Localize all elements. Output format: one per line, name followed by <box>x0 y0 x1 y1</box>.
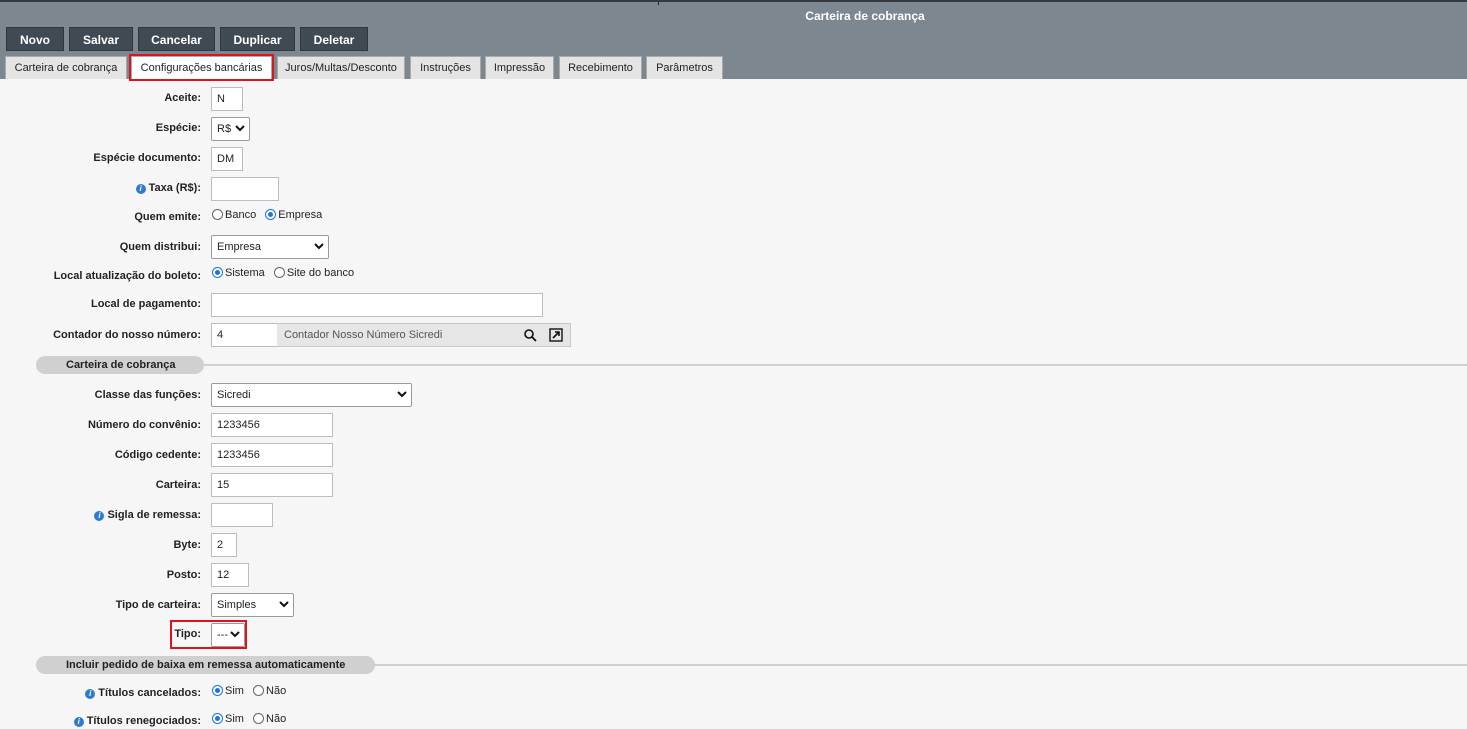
local-atualizacao-sistema-label: Sistema <box>225 267 265 279</box>
aceite-input[interactable]: N <box>211 87 243 111</box>
tipo-label: Tipo: <box>174 628 201 640</box>
tab-impressao[interactable]: Impressão <box>485 56 554 79</box>
numero-convenio-label: Número do convênio: <box>87 419 201 431</box>
tipo-select[interactable]: --- <box>211 623 245 647</box>
especie-documento-input[interactable]: DM <box>211 147 243 171</box>
local-atualizacao-sistema-radio[interactable] <box>212 267 223 278</box>
titulos-cancelados-radio-group: Sim Não <box>212 685 292 701</box>
titulos-renegociados-sim-label: Sim <box>225 713 244 725</box>
taxa-label: i Taxa (R$): <box>135 182 201 194</box>
chevron-down-icon <box>235 125 245 132</box>
tipo-carteira-value: Simples <box>217 599 257 611</box>
carteira-label: Carteira: <box>155 479 201 491</box>
titulos-renegociados-sim-radio[interactable] <box>212 713 223 724</box>
quem-emite-empresa-label: Empresa <box>278 209 323 221</box>
quem-distribui-select[interactable]: Empresa <box>211 235 329 259</box>
classe-funcoes-value: Sicredi <box>217 389 251 401</box>
codigo-cedente-input[interactable]: 1233456 <box>211 443 333 467</box>
codigo-cedente-label: Código cedente: <box>114 449 201 461</box>
titulos-cancelados-sim-radio[interactable] <box>212 685 223 696</box>
quem-distribui-label: Quem distribui: <box>119 241 201 253</box>
info-icon: i <box>85 689 96 699</box>
duplicate-button[interactable]: Duplicar <box>220 27 295 51</box>
quem-emite-banco-radio[interactable] <box>212 209 223 220</box>
local-pagamento-label: Local de pagamento: <box>90 298 201 310</box>
titulos-renegociados-radio-group: Sim Não <box>212 713 292 729</box>
chevron-down-icon <box>314 243 324 250</box>
open-external-icon[interactable] <box>549 328 563 342</box>
titulos-cancelados-nao-radio[interactable] <box>253 685 265 696</box>
section-carteira-cobranca: Carteira de cobrança <box>36 356 204 374</box>
tipo-value: --- <box>217 629 228 641</box>
quem-distribui-value: Empresa <box>217 241 262 253</box>
chevron-down-icon <box>279 601 289 608</box>
quem-emite-radio-group: Banco Empresa <box>212 209 328 225</box>
section-divider <box>375 664 1467 666</box>
byte-input[interactable]: 2 <box>211 533 237 557</box>
titulos-renegociados-label: i Títulos renegociados: <box>73 715 201 727</box>
quem-emite-empresa-radio[interactable] <box>265 209 277 220</box>
quem-emite-label: Quem emite: <box>134 211 201 223</box>
header-tick <box>658 2 659 5</box>
new-button[interactable]: Novo <box>6 27 64 51</box>
numero-convenio-input[interactable]: 1233456 <box>211 413 333 437</box>
window-title: Carteira de cobrança <box>805 9 925 23</box>
carteira-input[interactable]: 15 <box>211 473 333 497</box>
tab-recebimento[interactable]: Recebimento <box>559 56 642 79</box>
chevron-down-icon <box>397 391 407 398</box>
tab-instrucoes[interactable]: Instruções <box>410 56 481 79</box>
chevron-down-icon <box>230 631 240 638</box>
local-atualizacao-radio-group: Sistema Site do banco <box>212 267 360 283</box>
especie-documento-label: Espécie documento: <box>93 152 201 164</box>
contador-input[interactable]: 4 <box>211 323 278 347</box>
quem-emite-banco-label: Banco <box>225 209 257 221</box>
delete-button[interactable]: Deletar <box>300 27 368 51</box>
titulos-renegociados-label-text: Títulos renegociados: <box>86 715 201 727</box>
sigla-remessa-label: i Sigla de remessa: <box>94 509 201 521</box>
especie-select[interactable]: R$ <box>211 117 250 141</box>
info-icon: i <box>73 717 84 727</box>
aceite-label: Aceite: <box>164 92 201 104</box>
local-atualizacao-label: Local atualização do boleto: <box>53 270 201 282</box>
especie-value: R$ <box>217 123 232 135</box>
titulos-cancelados-nao-label: Não <box>266 685 287 697</box>
posto-label: Posto: <box>166 569 201 581</box>
byte-label: Byte: <box>173 539 201 551</box>
posto-input[interactable]: 12 <box>211 563 249 587</box>
contador-lookup: Contador Nosso Número Sicredi <box>277 323 571 347</box>
tipo-carteira-label: Tipo de carteira: <box>115 599 201 611</box>
taxa-input[interactable] <box>211 177 279 201</box>
titulos-renegociados-nao-label: Não <box>266 713 287 725</box>
info-icon: i <box>94 511 105 521</box>
search-icon[interactable] <box>523 328 537 342</box>
titulos-cancelados-sim-label: Sim <box>225 685 244 697</box>
info-icon: i <box>135 184 146 194</box>
local-pagamento-input[interactable] <box>211 293 543 317</box>
taxa-label-text: Taxa (R$): <box>148 182 201 194</box>
titulos-cancelados-label-text: Títulos cancelados: <box>98 687 201 699</box>
contador-description: Contador Nosso Número Sicredi <box>284 329 443 341</box>
sigla-remessa-input[interactable] <box>211 503 273 527</box>
tab-juros-multas-desconto[interactable]: Juros/Multas/Desconto <box>277 56 405 79</box>
classe-funcoes-select[interactable]: Sicredi <box>211 383 412 407</box>
titulos-cancelados-label: i Títulos cancelados: <box>85 687 201 699</box>
section-incluir-baixa: Incluir pedido de baixa em remessa autom… <box>36 656 375 674</box>
titulos-renegociados-nao-radio[interactable] <box>253 713 265 724</box>
tipo-carteira-select[interactable]: Simples <box>211 593 294 617</box>
sigla-remessa-label-text: Sigla de remessa: <box>107 509 201 521</box>
contador-label: Contador do nosso número: <box>53 329 201 341</box>
classe-funcoes-label: Classe das funções: <box>94 389 201 401</box>
local-atualizacao-site-radio[interactable] <box>273 267 285 278</box>
save-button[interactable]: Salvar <box>69 27 133 51</box>
local-atualizacao-site-label: Site do banco <box>286 267 355 279</box>
section-divider <box>204 364 1467 366</box>
tab-configuracoes-bancarias[interactable]: Configurações bancárias <box>131 56 272 79</box>
tab-carteira-cobranca[interactable]: Carteira de cobrança <box>5 56 127 79</box>
tab-parametros[interactable]: Parâmetros <box>646 56 723 79</box>
especie-label: Espécie: <box>155 122 201 134</box>
cancel-button[interactable]: Cancelar <box>138 27 215 51</box>
